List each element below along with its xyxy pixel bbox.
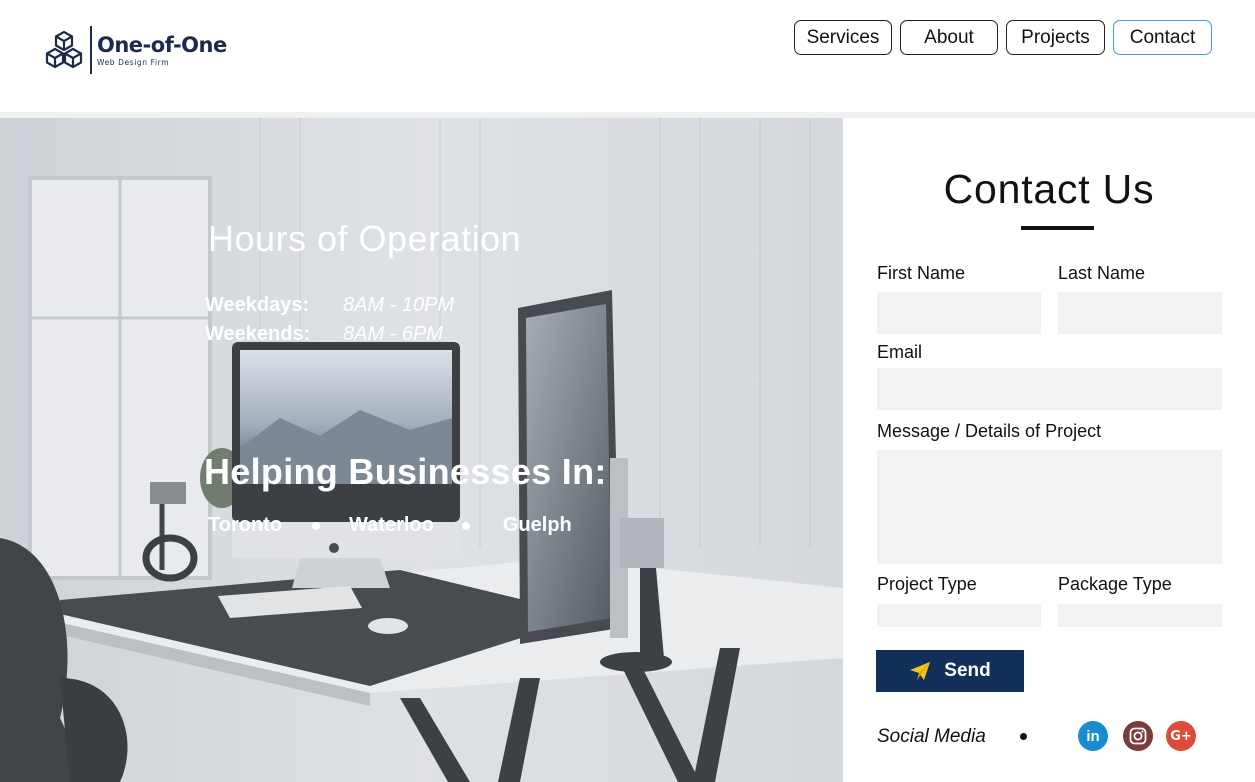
package-type-select[interactable] [1058,604,1222,627]
social-separator-dot [1020,733,1027,740]
paper-plane-icon [910,662,931,680]
cube-logo-icon [45,30,83,69]
brand-name: One-of-One [97,33,227,57]
message-label: Message / Details of Project [877,421,1102,441]
first-name-label: First Name [877,263,966,283]
hours-row-weekdays: Weekdays: 8AM - 10PM [205,294,454,317]
city-guelph: Guelph [502,514,572,536]
nav-about-button[interactable]: About [900,20,998,55]
hero-section: Hours of Operation Weekdays: 8AM - 10PM … [0,118,843,782]
project-type-select[interactable] [877,604,1041,627]
logo-divider [90,26,92,74]
email-label: Email [877,342,923,362]
email-field[interactable] [877,368,1222,410]
city-separator-dot [461,521,470,530]
send-button-label: Send [944,660,991,681]
logo-text: One-of-One Web Design Firm [97,33,227,67]
hours-time: 8AM - 6PM [343,323,444,345]
instagram-glyph-icon [1129,727,1147,745]
instagram-icon[interactable] [1123,721,1153,751]
helping-title: Helping Businesses In: [204,451,607,492]
package-type-label: Package Type [1058,574,1172,594]
nav-services-button[interactable]: Services [794,20,892,55]
last-name-field[interactable] [1058,292,1222,334]
social-media-label: Social Media [877,726,986,747]
hours-time: 8AM - 10PM [343,294,455,316]
site-header: One-of-One Web Design Firm Services Abou… [0,0,1255,112]
hours-day: Weekends: [205,323,311,345]
linkedin-icon[interactable]: in [1078,721,1108,751]
main-nav: Services About Projects Contact [794,20,1220,55]
brand-logo[interactable]: One-of-One Web Design Firm [44,26,227,74]
last-name-label: Last Name [1058,263,1146,283]
hours-title: Hours of Operation [208,218,522,259]
city-waterloo: Waterloo [349,514,434,536]
first-name-field[interactable] [877,292,1041,334]
nav-contact-button[interactable]: Contact [1113,20,1212,55]
city-separator-dot [312,521,321,530]
city-list: Toronto Waterloo Guelph [208,514,572,537]
contact-form-panel: Contact Us First Name Last Name Email Me… [843,118,1255,782]
send-button[interactable]: Send [876,650,1024,692]
brand-tagline: Web Design Firm [97,58,170,67]
hours-day: Weekdays: [205,294,310,316]
nav-projects-button[interactable]: Projects [1006,20,1105,55]
title-underline [1021,226,1094,230]
hours-row-weekends: Weekends: 8AM - 6PM [205,323,443,346]
city-toronto: Toronto [208,514,283,536]
message-field[interactable] [877,450,1222,564]
project-type-label: Project Type [877,574,977,594]
google-plus-icon[interactable]: G+ [1166,721,1196,751]
contact-title: Contact Us [943,166,1155,212]
